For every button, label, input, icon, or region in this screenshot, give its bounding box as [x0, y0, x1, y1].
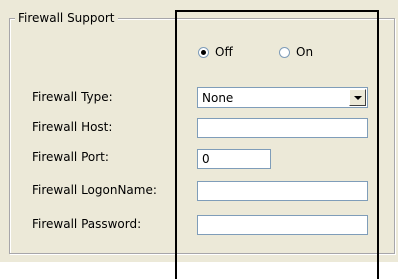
groupbox-title: Firewall Support — [15, 10, 118, 26]
firewall-type-select[interactable]: None — [197, 87, 368, 108]
firewall-panel: Firewall Support Off On Firewall Type: N… — [0, 0, 398, 262]
radio-off[interactable]: Off — [198, 45, 233, 59]
firewall-port-input[interactable] — [197, 149, 271, 169]
firewall-host-label: Firewall Host: — [32, 120, 113, 134]
firewall-port-label: Firewall Port: — [32, 150, 109, 164]
firewall-logon-input[interactable] — [197, 181, 368, 201]
radio-on-circle[interactable] — [279, 46, 290, 58]
radio-on[interactable]: On — [279, 45, 313, 59]
firewall-type-value: None — [202, 91, 234, 105]
firewall-logon-label: Firewall LogonName: — [32, 183, 157, 197]
radio-on-label: On — [296, 45, 314, 59]
firewall-password-label: Firewall Password: — [32, 217, 142, 231]
chevron-down-icon[interactable] — [349, 89, 366, 106]
firewall-type-label: Firewall Type: — [32, 90, 113, 104]
firewall-password-input[interactable] — [197, 215, 368, 235]
firewall-host-input[interactable] — [197, 118, 368, 138]
radio-off-label: Off — [215, 45, 233, 59]
radio-off-circle[interactable] — [198, 46, 209, 58]
